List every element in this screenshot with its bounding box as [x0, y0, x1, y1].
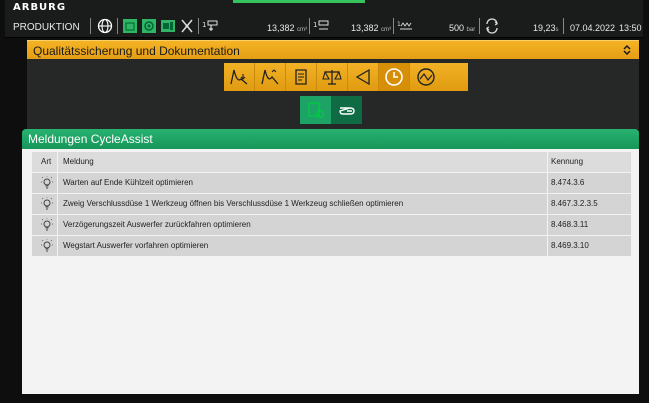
date-display: 07.04.2022: [570, 23, 616, 33]
cycleassist-header: Meldungen CycleAssist: [22, 129, 639, 149]
column-header-meldung[interactable]: Meldung: [63, 157, 94, 166]
message-text: Warten auf Ende Kühlzeit optimieren: [63, 178, 193, 187]
svg-text:1: 1: [313, 21, 317, 29]
divider: [547, 215, 548, 236]
section-title: Qualitätssicherung und Dokumentation: [33, 44, 240, 58]
message-text: Verzögerungszeit Auswerfer zurückfahren …: [63, 220, 251, 229]
column-header-art[interactable]: Art: [41, 157, 51, 166]
lightbulb-icon: [41, 197, 53, 210]
messages-table: Art Meldung Kennung Warten auf Ende Kühl…: [32, 152, 631, 257]
table-row[interactable]: Wegstart Auswerfer vorfahren optimieren …: [32, 236, 631, 257]
message-code: 8.474.3.6: [551, 178, 585, 187]
cycle-icon: [484, 18, 500, 34]
brand-logo: ARBURG: [13, 2, 67, 13]
dosing-volume-1: 13,382 cm³: [267, 23, 308, 33]
message-code: 8.469.3.10: [551, 241, 589, 250]
cycle-gauge-icon[interactable]: [410, 63, 441, 91]
status-indicator-line: [233, 0, 365, 3]
divider: [563, 18, 564, 34]
lightbulb-icon: [41, 176, 53, 189]
divider: [57, 194, 58, 215]
curve-down-icon[interactable]: [224, 63, 255, 91]
injection-unit-icon: 1: [313, 18, 329, 34]
table-row[interactable]: Warten auf Ende Kühlzeit optimieren 8.47…: [32, 173, 631, 194]
hand-pointer-icon[interactable]: [331, 96, 362, 124]
divider: [547, 236, 548, 257]
table-row[interactable]: Zweig Verschlussdüse 1 Werkzeug öffnen b…: [32, 194, 631, 215]
message-code: 8.468.3.11: [551, 220, 589, 229]
function-toolbar-area: [27, 59, 639, 129]
sub-function-toolbar: [300, 96, 362, 124]
chevron-updown-icon[interactable]: [621, 44, 633, 56]
column-header-kennung[interactable]: Kennung: [551, 157, 583, 166]
injection-icon[interactable]: 1: [202, 18, 218, 34]
balance-icon[interactable]: [317, 63, 348, 91]
panel-title: Meldungen CycleAssist: [28, 132, 153, 146]
table-header-row: Art Meldung Kennung: [32, 152, 631, 173]
svg-text:1: 1: [202, 21, 206, 29]
status-bar: ARBURG PRODUKTION 1 13,382 cm³ 1 13,382 …: [5, 0, 643, 38]
divider: [198, 18, 199, 34]
divider: [90, 18, 91, 34]
clamp-icon[interactable]: [179, 18, 195, 34]
dosing-volume-2: 13,382 cm³: [351, 23, 392, 33]
time-display: 13:50: [619, 23, 642, 33]
divider: [547, 194, 548, 215]
divider: [117, 18, 118, 34]
divider: [57, 152, 58, 173]
function-toolbar: [224, 63, 468, 91]
divider: [309, 18, 310, 34]
table-row[interactable]: Verzögerungszeit Auswerfer zurückfahren …: [32, 215, 631, 236]
divider: [479, 18, 480, 34]
pressure-value: 500 bar: [449, 23, 476, 33]
message-code: 8.467.3.2.3.5: [551, 199, 598, 208]
divider: [57, 236, 58, 257]
curve-peak-icon[interactable]: [255, 63, 286, 91]
cycleassist-panel: Art Meldung Kennung Warten auf Ende Kühl…: [22, 149, 639, 394]
message-text: Wegstart Auswerfer vorfahren optimieren: [63, 241, 209, 250]
globe-icon[interactable]: [97, 18, 113, 34]
divider: [57, 215, 58, 236]
quality-icon[interactable]: [141, 18, 157, 34]
clock-icon[interactable]: [379, 63, 410, 91]
operating-mode[interactable]: PRODUKTION: [13, 22, 80, 33]
svg-text:1: 1: [397, 21, 401, 28]
lightbulb-icon: [41, 239, 53, 252]
divider: [547, 152, 548, 173]
divider: [547, 173, 548, 194]
cycle-time: 19,23s: [533, 23, 559, 33]
horn-icon[interactable]: [348, 63, 379, 91]
monitor-icon[interactable]: [122, 18, 138, 34]
screen: ARBURG PRODUKTION 1 13,382 cm³ 1 13,382 …: [0, 0, 649, 403]
document-icon[interactable]: [286, 63, 317, 91]
quality-section-header[interactable]: Qualitätssicherung und Dokumentation: [27, 40, 639, 59]
message-text: Zweig Verschlussdüse 1 Werkzeug öffnen b…: [63, 199, 404, 208]
lightbulb-icon: [41, 218, 53, 231]
machine-icon[interactable]: [160, 18, 176, 34]
divider: [393, 18, 394, 34]
pressure-profile-icon: 1: [397, 18, 413, 34]
assist-doc-icon[interactable]: [300, 96, 331, 124]
divider: [57, 173, 58, 194]
